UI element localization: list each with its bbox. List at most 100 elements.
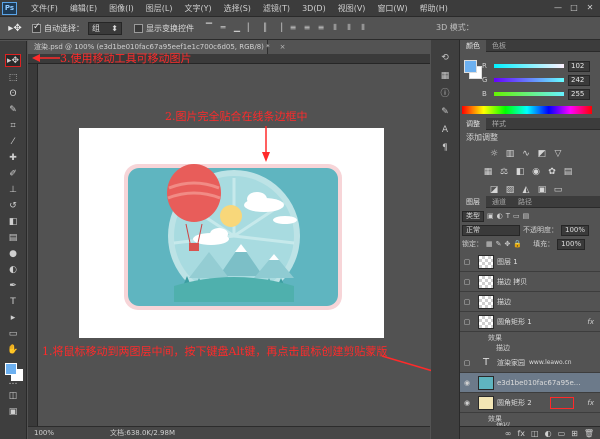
path-select-tool-icon[interactable]: ▸ [5, 311, 21, 324]
align-right-icon[interactable]: ▕ [274, 23, 284, 33]
zoom-level[interactable]: 100% [28, 429, 60, 437]
threshold-adjust-icon[interactable]: ◭ [520, 184, 532, 196]
maximize-button[interactable]: □ [566, 2, 582, 14]
foreground-color-swatch[interactable] [5, 363, 17, 375]
curves-adjust-icon[interactable]: ∿ [520, 148, 532, 160]
channel-mixer-adjust-icon[interactable]: ✿ [546, 166, 558, 178]
filter-type-icon[interactable]: T [506, 212, 510, 220]
layer-row[interactable]: ▢ T 渲染家园 www.leawo.cn [460, 353, 600, 373]
visibility-toggle[interactable]: ▢ [460, 318, 474, 326]
marquee-tool-icon[interactable]: ⬚ [5, 71, 21, 84]
mask-icon[interactable]: ◫ [531, 429, 539, 438]
blue-track[interactable] [494, 92, 564, 96]
layer-row[interactable]: ▢ 描边 拷贝 [460, 272, 600, 292]
align-vcenter-icon[interactable]: ═ [218, 23, 228, 33]
move-tool-icon[interactable]: ▸✥ [5, 54, 21, 67]
align-hcenter-icon[interactable]: ║ [260, 23, 270, 33]
pen-tool-icon[interactable]: ✒ [5, 279, 21, 292]
align-left-icon[interactable]: ▏ [246, 23, 256, 33]
screen-mode-icon[interactable]: ▣ [5, 405, 21, 418]
menu-image[interactable]: 图像(I) [103, 3, 140, 14]
menu-window[interactable]: 窗口(W) [371, 3, 413, 14]
eraser-tool-icon[interactable]: ◧ [5, 215, 21, 228]
exposure-adjust-icon[interactable]: ◩ [536, 148, 548, 160]
menu-filter[interactable]: 滤镜(T) [257, 3, 296, 14]
layer-row[interactable]: ◉ 圆角矩形 2 fx [460, 393, 600, 413]
visibility-toggle[interactable]: ◉ [460, 379, 474, 387]
tab-styles[interactable]: 样式 [486, 118, 512, 130]
blue-slider[interactable]: B 255 [482, 88, 598, 100]
distribute-right-icon[interactable]: ⦀ [358, 23, 368, 33]
healing-tool-icon[interactable]: ✚ [5, 151, 21, 164]
bw-adjust-icon[interactable]: ◧ [514, 166, 526, 178]
green-value[interactable]: 242 [568, 74, 590, 86]
lock-pixels-icon[interactable]: ▦ [486, 240, 493, 248]
lasso-tool-icon[interactable]: ʘ [5, 87, 21, 100]
character-panel-icon[interactable]: A [438, 124, 452, 137]
adjustment-icon[interactable]: ◐ [545, 429, 552, 438]
color-balance-adjust-icon[interactable]: ⚖ [498, 166, 510, 178]
ruler-vertical[interactable] [28, 64, 38, 426]
hue-adjust-icon[interactable]: ▦ [482, 166, 494, 178]
menu-edit[interactable]: 编辑(E) [64, 3, 103, 14]
hand-tool-icon[interactable]: ✋ [5, 343, 21, 356]
align-bottom-icon[interactable]: ▁ [232, 23, 242, 33]
green-track[interactable] [494, 78, 564, 82]
brush-tool-icon[interactable]: ✐ [5, 167, 21, 180]
gradient-map-adjust-icon[interactable]: ▭ [552, 184, 564, 196]
brush-panel-icon[interactable]: ✎ [438, 106, 452, 119]
stamp-tool-icon[interactable]: ⊥ [5, 183, 21, 196]
blend-mode-dropdown[interactable]: 正常 [462, 224, 520, 236]
menu-help[interactable]: 帮助(H) [414, 3, 454, 14]
visibility-toggle[interactable]: ◉ [460, 399, 474, 407]
show-transform-checkbox[interactable] [134, 23, 143, 33]
blur-tool-icon[interactable]: ● [5, 247, 21, 260]
filter-pixel-icon[interactable]: ▣ [487, 212, 494, 220]
lock-paint-icon[interactable]: ✎ [496, 240, 502, 248]
menu-type[interactable]: 文字(Y) [178, 3, 217, 14]
visibility-toggle[interactable]: ▢ [460, 298, 474, 306]
tab-color[interactable]: 颜色 [460, 40, 486, 52]
dodge-tool-icon[interactable]: ◐ [5, 263, 21, 276]
menu-layer[interactable]: 图层(L) [140, 3, 179, 14]
visibility-toggle[interactable]: ▢ [460, 359, 474, 367]
red-slider[interactable]: R 102 [482, 60, 598, 72]
layer-kind-dropdown[interactable]: 类型 [462, 210, 484, 222]
red-track[interactable] [494, 64, 564, 68]
filter-shape-icon[interactable]: ▭ [513, 212, 520, 220]
info-panel-icon[interactable]: ⓘ [438, 88, 452, 101]
shape-tool-icon[interactable]: ▭ [5, 327, 21, 340]
distribute-hcenter-icon[interactable]: ⦀ [344, 23, 354, 33]
brightness-adjust-icon[interactable]: ☼ [488, 148, 500, 160]
blue-value[interactable]: 255 [568, 88, 590, 100]
distribute-left-icon[interactable]: ⦀ [330, 23, 340, 33]
layer-row-selected[interactable]: ◉ e3d1be010fac67a95e... [460, 373, 600, 393]
filter-smart-icon[interactable]: ▤ [523, 212, 530, 220]
document-canvas[interactable] [79, 128, 384, 338]
vibrance-adjust-icon[interactable]: ▽ [552, 148, 564, 160]
folder-icon[interactable]: ▭ [558, 429, 566, 438]
close-window-button[interactable]: ✕ [582, 2, 598, 14]
new-layer-icon[interactable]: ⊞ [571, 429, 578, 438]
tab-channels[interactable]: 通道 [486, 196, 512, 208]
type-tool-icon[interactable]: T [5, 295, 21, 308]
tab-layers[interactable]: 图层 [460, 196, 486, 208]
stroke-effect-row[interactable]: 描边 [460, 342, 600, 353]
auto-select-checkbox[interactable] [32, 22, 41, 33]
move-tool-preset-icon[interactable]: ▸✥ [4, 20, 26, 36]
crop-tool-icon[interactable]: ⌗ [5, 119, 21, 132]
gradient-tool-icon[interactable]: ▤ [5, 231, 21, 244]
photo-filter-adjust-icon[interactable]: ◉ [530, 166, 542, 178]
levels-adjust-icon[interactable]: ▥ [504, 148, 516, 160]
posterize-adjust-icon[interactable]: ▨ [504, 184, 516, 196]
fill-value[interactable]: 100% [557, 238, 586, 250]
color-spectrum[interactable] [462, 106, 592, 114]
properties-panel-icon[interactable]: ▦ [438, 70, 452, 83]
trash-icon[interactable]: 🗑 [584, 429, 594, 438]
distribute-top-icon[interactable]: ≡ [288, 23, 298, 33]
menu-view[interactable]: 视图(V) [332, 3, 372, 14]
menu-select[interactable]: 选择(S) [218, 3, 257, 14]
red-value[interactable]: 102 [568, 60, 590, 72]
color-lookup-adjust-icon[interactable]: ▤ [562, 166, 574, 178]
menu-file[interactable]: 文件(F) [25, 3, 64, 14]
